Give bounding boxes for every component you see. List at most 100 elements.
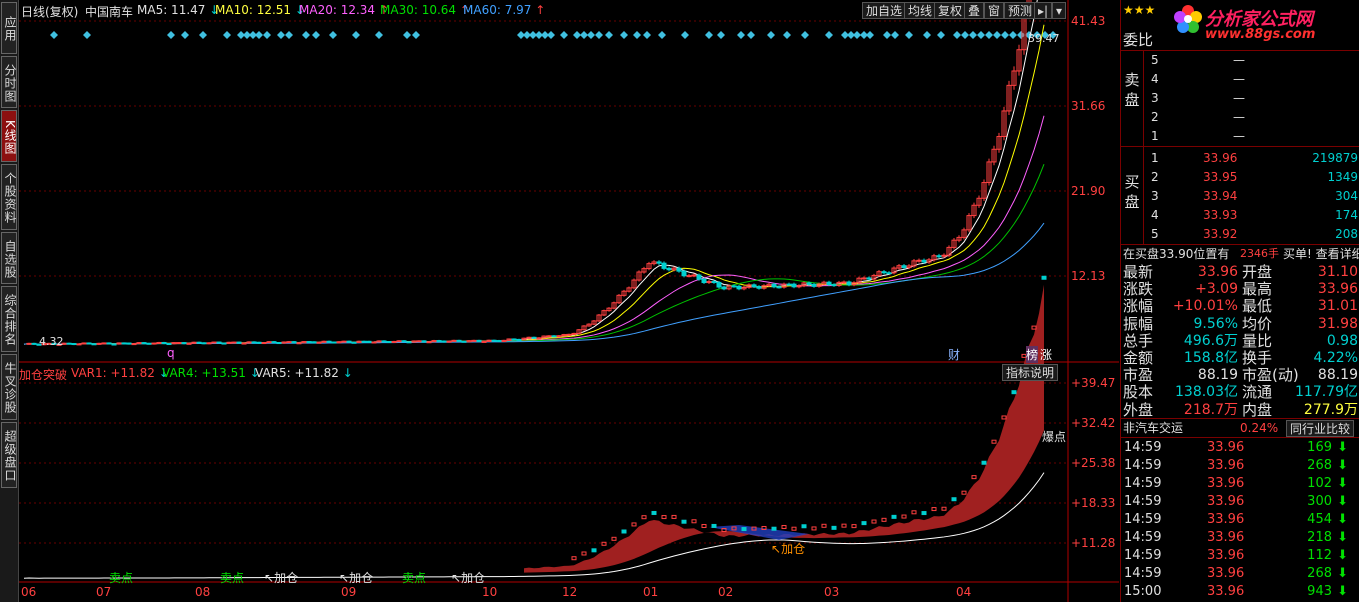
indicator-axis-label: +25.38 (1071, 456, 1116, 470)
stat-value: 31.98 (1317, 315, 1358, 332)
ma5-line (23, 0, 1038, 345)
chevron-down-icon[interactable]: ▾ (1052, 2, 1067, 19)
signal-diamond-icon (853, 31, 861, 39)
signal-add: ↖加仓 (771, 542, 806, 556)
sell-row: 1— (1121, 127, 1359, 145)
kline-canvas[interactable] (19, 0, 1119, 602)
candle-body (151, 342, 157, 345)
stat-value: 88.19 (1317, 367, 1358, 384)
indicator-help-button[interactable]: 指标说明 (1002, 364, 1059, 381)
candle-body (111, 343, 117, 346)
price-axis-label: 21.90 (1071, 184, 1106, 198)
indicator-candle (961, 490, 967, 495)
tick-price: 33.96 (1207, 584, 1245, 599)
candle-body (676, 267, 682, 272)
tick-volume: 169 (1307, 440, 1332, 455)
signal-diamond-icon (595, 31, 603, 39)
candle-body (461, 340, 467, 343)
candle-body (846, 281, 852, 286)
candle-body (511, 338, 517, 341)
signal-diamond-icon (1009, 31, 1017, 39)
ma5-value: MA5: 11.47 ↓ (137, 3, 220, 17)
stat-label: 股本 (1123, 383, 1154, 402)
tab-apps[interactable]: 应用 (1, 2, 17, 54)
signal-burst: 爆点 (1042, 430, 1067, 444)
restore-right-button[interactable]: 复权 (934, 2, 967, 19)
industry-compare-button[interactable]: 同行业比较 (1286, 420, 1355, 437)
quote-panel: ★★★ 委比 分析家公式网 www.88gs.com 卖盘 买盘 5—4—3—2… (1120, 0, 1359, 602)
buy-row: 1 33.96 219879 (1121, 149, 1359, 167)
candle-body (276, 342, 282, 345)
signal-diamond-icon (643, 31, 651, 39)
indicator-candle (761, 525, 767, 530)
indicator-candle (671, 514, 677, 519)
stat-label: 开盘 (1242, 263, 1273, 281)
add-watchlist-button[interactable]: 加自选 (862, 2, 907, 19)
tab-super-depth[interactable]: 超级盘口 (1, 422, 17, 488)
tick-price: 33.96 (1207, 494, 1245, 509)
candle-body (256, 341, 262, 344)
volume: 208 (1335, 227, 1358, 241)
tab-stock-info[interactable]: 个股资料 (1, 164, 17, 230)
indicator-axis-label: +39.47 (1071, 376, 1116, 390)
big-order-notice[interactable]: 在买盘33.90位置有 2346手 买单! 查看详细 (1121, 245, 1359, 263)
tab-watchlist[interactable]: 自选股 (1, 232, 17, 284)
stat-label: 换手 (1242, 349, 1273, 367)
indicator-candle (991, 439, 997, 444)
candle-body (86, 342, 92, 345)
overlay-button[interactable]: 叠 (964, 2, 985, 19)
volume: 1349 (1327, 170, 1358, 184)
tick-time: 14:59 (1124, 566, 1162, 581)
tab-ranking[interactable]: 综合排名 (1, 286, 17, 352)
tick-row: 14:59 33.96 218 ⬇ (1121, 529, 1359, 547)
tab-diagnosis[interactable]: 牛叉诊股 (1, 354, 17, 420)
signal-diamond-icon (199, 31, 207, 39)
indicator-candle (791, 526, 797, 531)
signal-diamond-icon (825, 31, 833, 39)
signal-diamond-icon (285, 31, 293, 39)
candle-body (791, 283, 797, 288)
stat-row: 涨幅 +10.01% 最低 31.01 (1121, 297, 1359, 315)
limit-up-marker[interactable]: 涨 (1040, 346, 1052, 363)
signal-diamond-icon (605, 31, 613, 39)
indicator-candle (641, 515, 647, 520)
exit-icon[interactable]: ▸| (1034, 2, 1053, 19)
indicator-candle (771, 526, 777, 531)
tick-row: 14:59 33.96 300 ⬇ (1121, 493, 1359, 511)
candle-body (306, 341, 312, 344)
candle-body (491, 339, 497, 342)
logo-url: www.88gs.com (1205, 27, 1316, 42)
signal-diamond-icon (977, 31, 985, 39)
forecast-button[interactable]: 预测 (1004, 2, 1037, 19)
indicator-candle (811, 526, 817, 531)
indicator-candle (781, 525, 787, 530)
event-marker[interactable]: q (167, 346, 175, 360)
average-line-button[interactable]: 均线 (904, 2, 937, 19)
candle-body (756, 286, 762, 289)
candle-body (181, 342, 187, 345)
finance-marker[interactable]: 财 (948, 346, 960, 363)
level-number: 5 (1151, 53, 1159, 67)
window-button[interactable]: 窗 (984, 2, 1005, 19)
indicator-candle (711, 523, 717, 528)
price: 33.96 (1203, 151, 1238, 165)
stat-row: 金额 158.8亿 换手 4.22% (1121, 349, 1359, 367)
tab-intraday[interactable]: 分时图 (1, 56, 17, 108)
price: — (1233, 72, 1245, 86)
candle-body (146, 342, 152, 345)
candle-body (31, 342, 37, 345)
tab-kline[interactable]: K线图 (1, 110, 17, 162)
signal-diamond-icon (937, 31, 945, 39)
kline-chart-area[interactable]: 日线(复权) 中国南车 MA5: 11.47 ↓ MA10: 12.51 ↓ M… (19, 0, 1119, 602)
ranking-marker[interactable]: 榜 (1026, 346, 1039, 363)
price: — (1233, 110, 1245, 124)
candle-body (456, 339, 462, 342)
signal-diamond-icon (801, 31, 809, 39)
signal-diamond-icon (403, 31, 411, 39)
indicator-candle (831, 525, 837, 530)
down-arrow-icon: ⬇ (1337, 530, 1348, 545)
candle-body (241, 342, 247, 345)
rating-stars-icon: ★★★ (1123, 3, 1156, 17)
down-arrow-icon: ⬇ (1337, 548, 1348, 563)
signal-diamond-icon (953, 31, 961, 39)
